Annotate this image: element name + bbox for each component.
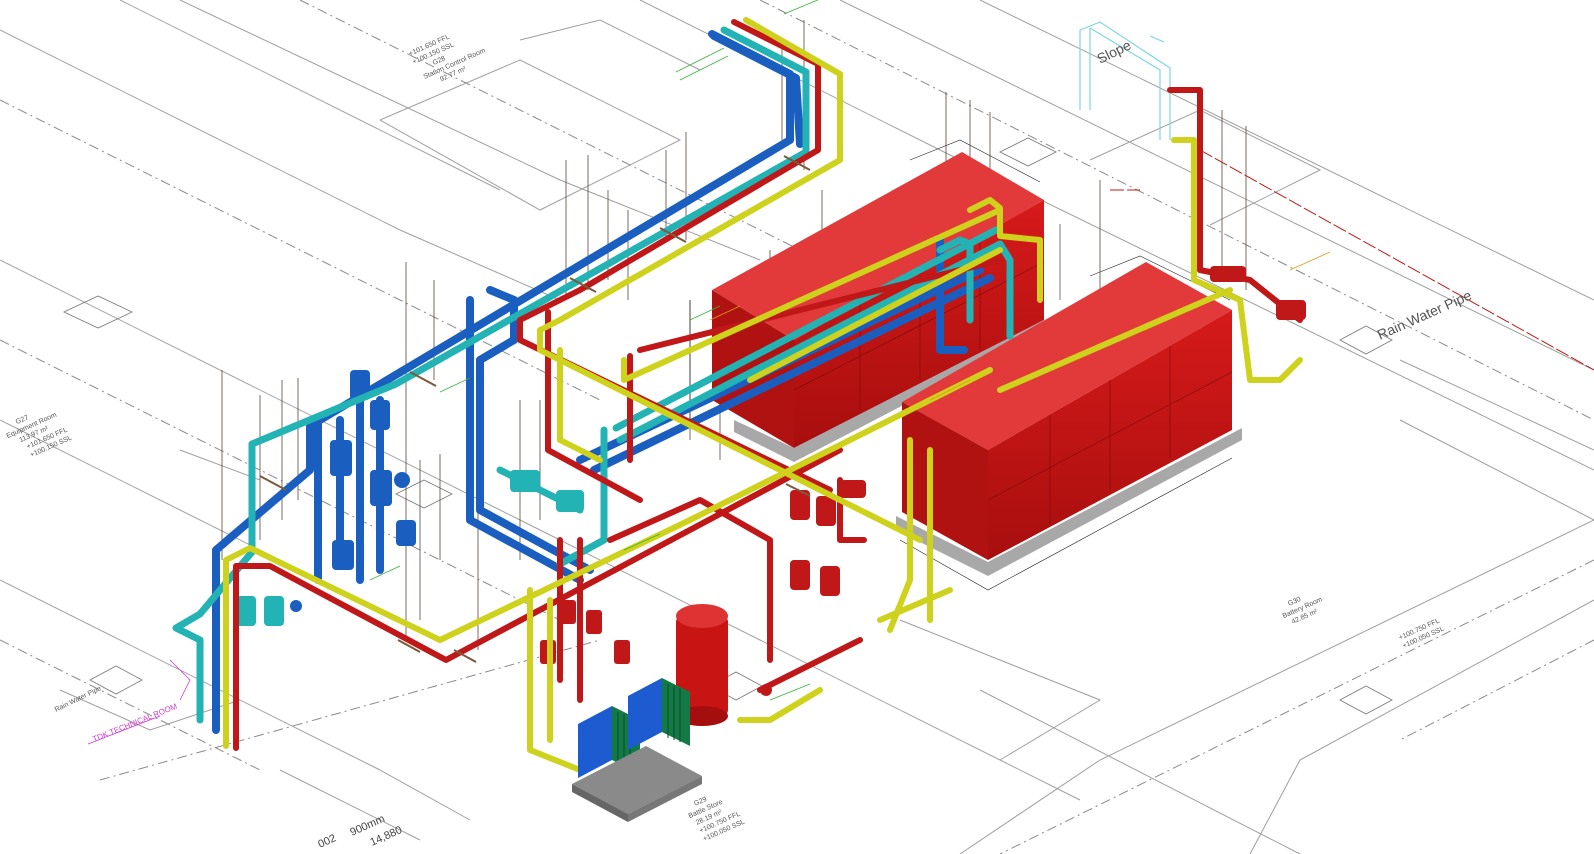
room-tag-right-level: +100.750 FFL +100.050 SSL <box>1398 618 1445 650</box>
rain-water-pipe-left-label: Rain Water Pipe <box>54 685 103 714</box>
plate-heat-exchanger-right <box>628 678 690 750</box>
slope-label: Slope <box>1094 37 1133 67</box>
bottom-dimension-text: 002 900mm 14,880 <box>316 813 404 851</box>
room-tag-equipment-left: G27 Equipment Room 113.97 m² +101.650 FF… <box>6 412 73 459</box>
room-tag-battery: G30 Battery Room 42.85 m² <box>1282 596 1324 626</box>
room-tag-battle-store: G29 Battle Store 28.19 m² +100.750 FFL +… <box>688 796 746 843</box>
room-tag-station-control: +101.650 FFL +100.150 SSL G28 Station Co… <box>408 34 487 84</box>
svg-text:002: 002 <box>316 832 338 850</box>
isometric-piping-model: Slope Rain Water Pipe +101.650 FFL +100.… <box>0 0 1594 854</box>
